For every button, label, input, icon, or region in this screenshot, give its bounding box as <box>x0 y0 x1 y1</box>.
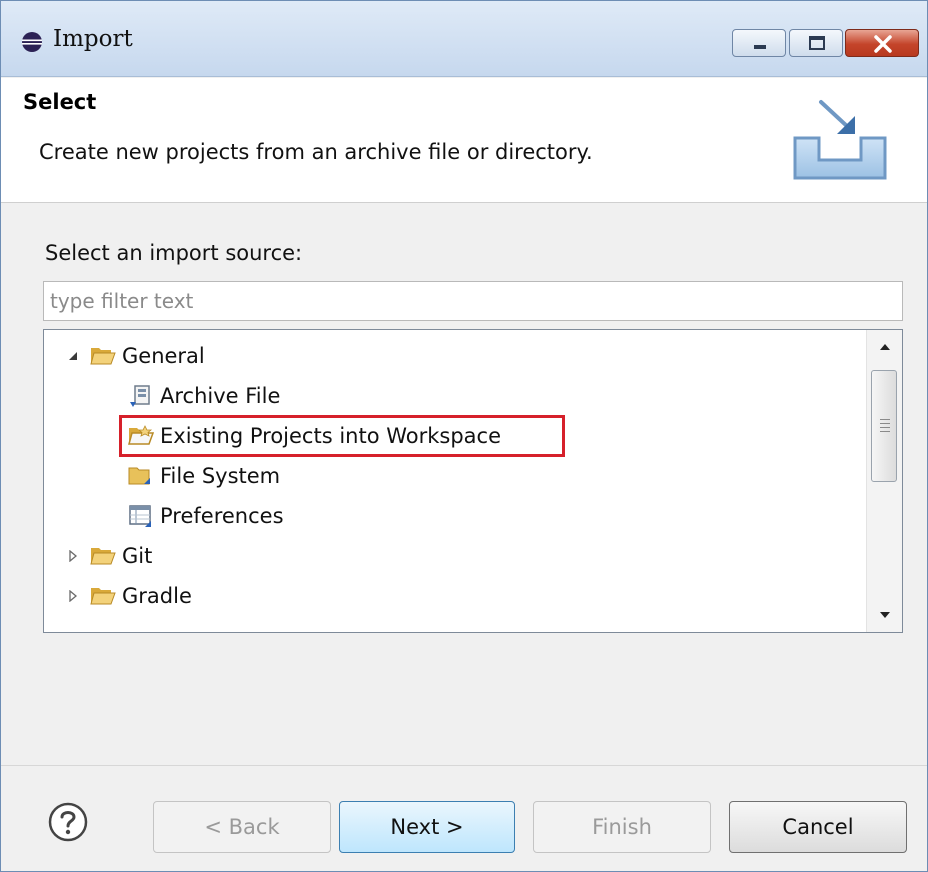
wizard-header: Select Create new projects from an archi… <box>1 78 927 203</box>
import-source-tree[interactable]: General Archive File Existing Projects i… <box>43 329 903 633</box>
tree-item-archive-file[interactable]: Archive File <box>128 378 280 414</box>
archive-file-icon <box>128 384 154 408</box>
folder-open-icon <box>90 344 116 368</box>
finish-button[interactable]: Finish <box>533 801 711 853</box>
collapsed-triangle-icon[interactable] <box>66 549 80 563</box>
maximize-icon <box>809 36 825 50</box>
folder-icon <box>128 464 154 488</box>
selection-highlight <box>119 415 565 457</box>
folder-open-icon <box>90 544 116 568</box>
window-title: Import <box>53 26 133 52</box>
tree-item-label: File System <box>160 464 281 488</box>
scroll-thumb[interactable] <box>871 370 897 482</box>
tree-item-preferences[interactable]: Preferences <box>128 498 284 534</box>
footer-separator <box>1 765 927 766</box>
import-source-label: Select an import source: <box>45 241 303 265</box>
close-button[interactable] <box>845 29 919 57</box>
maximize-button[interactable] <box>789 29 843 57</box>
collapsed-triangle-icon[interactable] <box>66 589 80 603</box>
import-wizard-icon <box>785 90 895 194</box>
tree-item-label: Preferences <box>160 504 284 528</box>
grip-icon <box>880 419 890 433</box>
preferences-icon <box>128 504 154 528</box>
import-dialog: Import Select Create new projects from a… <box>0 0 928 872</box>
tree-scrollbar[interactable] <box>866 330 902 632</box>
folder-open-icon <box>90 584 116 608</box>
minimize-button[interactable] <box>732 29 786 57</box>
tree-item-label: Git <box>122 544 153 568</box>
help-icon[interactable] <box>47 801 89 847</box>
next-button[interactable]: Next > <box>339 801 515 853</box>
tree-item-label: Archive File <box>160 384 281 408</box>
tree-item-git[interactable]: Git <box>66 538 152 574</box>
arrow-down-icon <box>879 612 890 618</box>
tree-item-gradle[interactable]: Gradle <box>66 578 192 614</box>
cancel-button[interactable]: Cancel <box>729 801 907 853</box>
expanded-triangle-icon[interactable] <box>66 349 80 363</box>
arrow-up-icon <box>879 344 890 350</box>
back-button[interactable]: < Back <box>153 801 331 853</box>
eclipse-logo-icon <box>21 31 43 53</box>
close-icon <box>874 35 892 53</box>
tree-item-label: General <box>122 344 205 368</box>
scroll-down-button[interactable] <box>867 598 902 632</box>
page-description: Create new projects from an archive file… <box>39 140 593 164</box>
tree-item-general[interactable]: General <box>66 338 205 374</box>
filter-input[interactable] <box>43 281 903 321</box>
page-title: Select <box>23 90 97 114</box>
scroll-up-button[interactable] <box>867 330 902 364</box>
tree-item-label: Gradle <box>122 584 192 608</box>
title-bar[interactable]: Import <box>1 1 927 77</box>
tree-item-file-system[interactable]: File System <box>128 458 280 494</box>
minimize-icon <box>754 45 766 49</box>
